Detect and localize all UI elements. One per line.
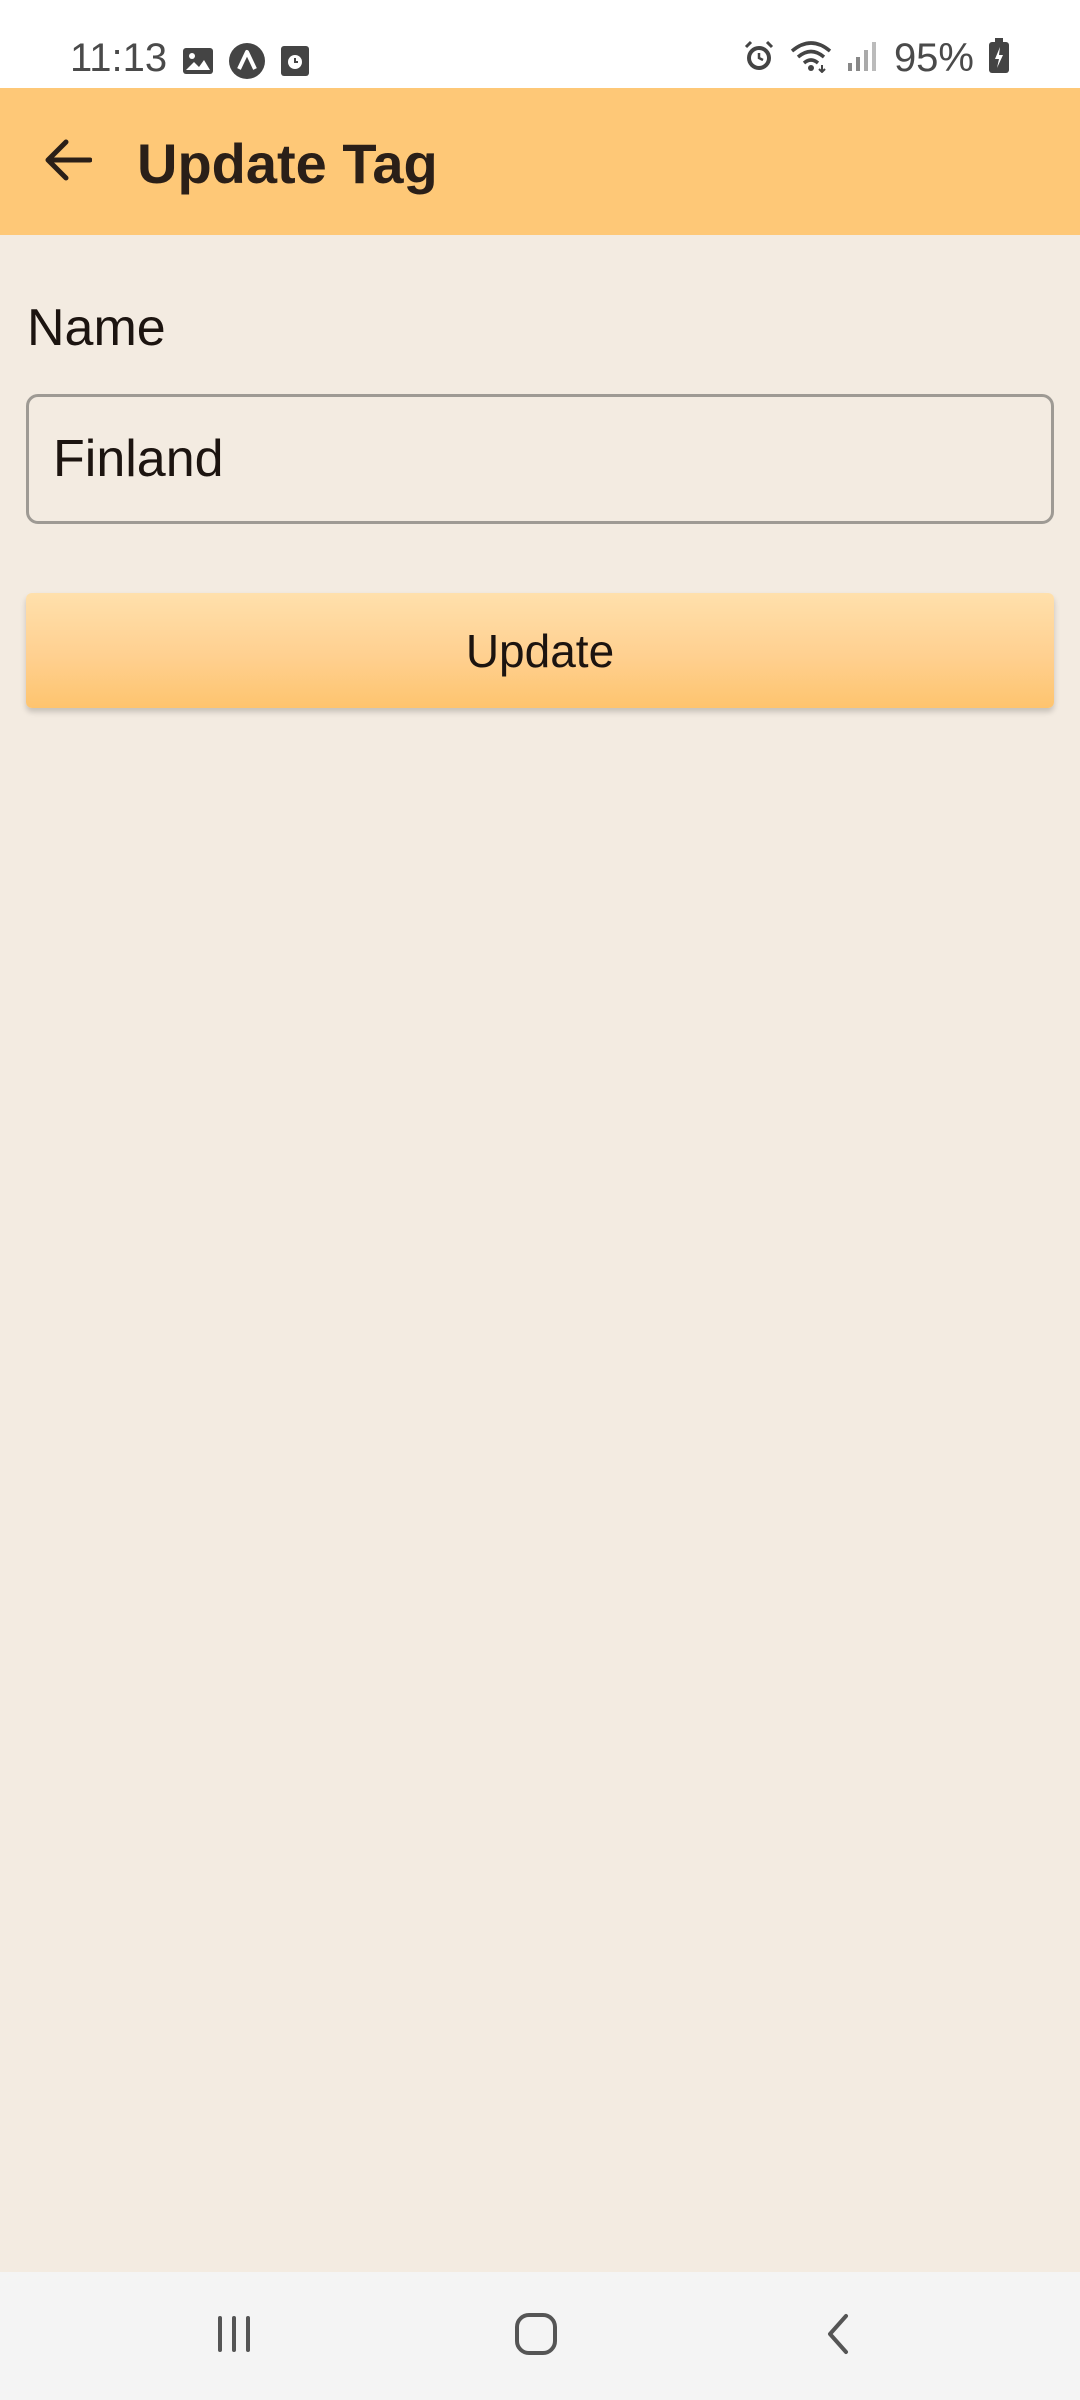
wifi-icon [790,39,832,78]
back-button[interactable] [28,126,108,198]
signal-icon [846,39,880,78]
image-icon [182,45,214,82]
name-input[interactable] [26,394,1054,524]
app-bar: Update Tag [0,88,1080,235]
clock-icon [280,45,310,82]
battery-icon [988,37,1010,79]
home-button[interactable] [486,2296,586,2376]
recent-apps-icon [212,2312,256,2361]
status-notification-icons [182,42,310,85]
status-time: 11:13 [70,36,168,80]
recent-apps-button[interactable] [184,2296,284,2376]
update-button[interactable]: Update [26,593,1054,708]
page-title: Update Tag [137,132,438,195]
screen: 11:13 95% Update Tag Name Finland Update [0,0,1080,2400]
alarm-icon [742,39,776,78]
system-back-button[interactable] [788,2296,888,2376]
app-icon [228,42,266,85]
navigation-bar [0,2272,1080,2400]
arrow-left-icon [44,138,93,187]
battery-percent: 95% [893,36,974,80]
name-label: Name [27,299,166,357]
status-bar: 11:13 95% [0,0,1080,88]
status-system-icons: 95% [742,34,1010,82]
home-icon [512,2310,560,2363]
back-icon [818,2310,858,2363]
